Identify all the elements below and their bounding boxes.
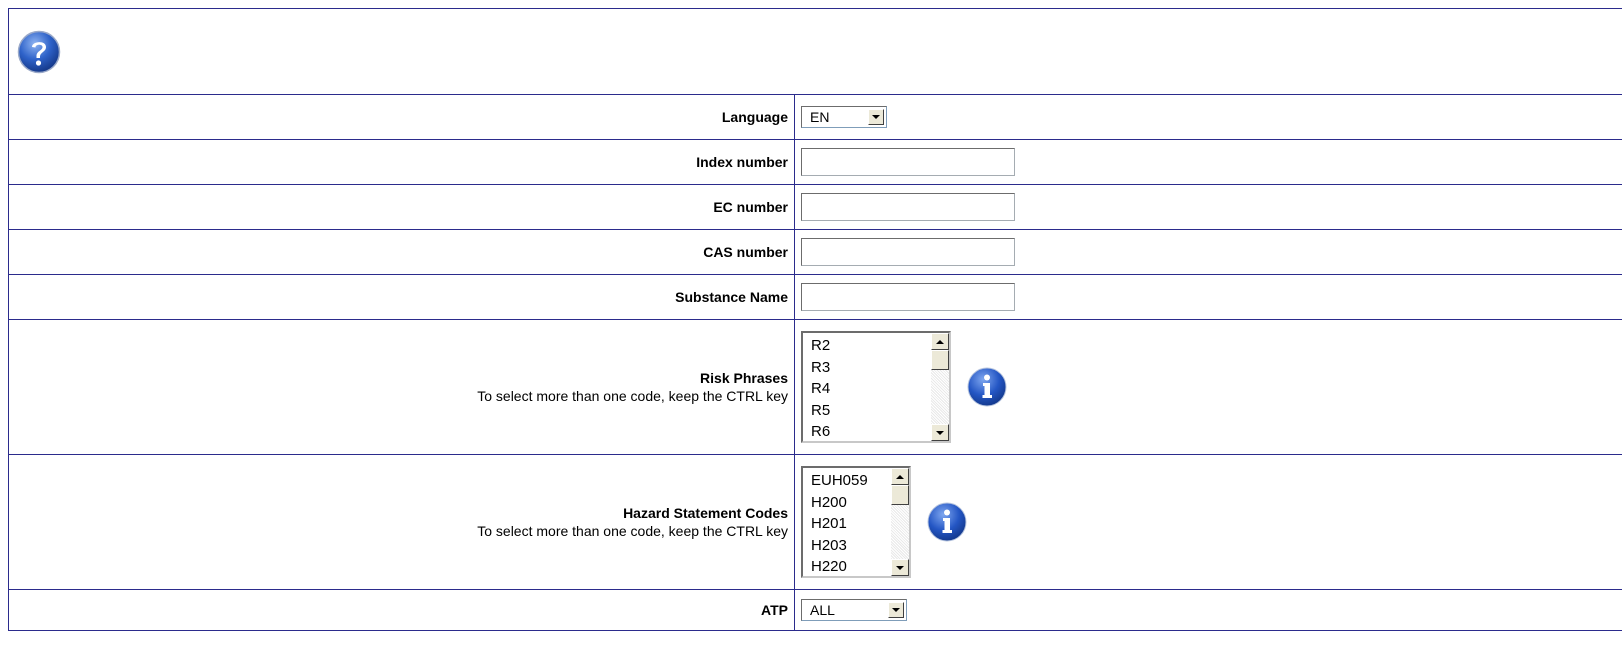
list-option[interactable]: R4	[811, 378, 925, 400]
info-icon[interactable]	[927, 502, 967, 542]
question-mark-icon[interactable]	[17, 30, 61, 74]
substance-name-label: Substance Name	[675, 289, 788, 305]
scroll-thumb[interactable]	[891, 485, 909, 505]
atp-label: ATP	[761, 602, 788, 618]
search-form-table: Language EN Index number EC number CAS n…	[8, 8, 1622, 631]
risk-phrases-listbox[interactable]: R2 R3 R4 R5 R6	[801, 331, 951, 443]
risk-phrases-field-cell: R2 R3 R4 R5 R6	[794, 319, 1622, 455]
list-option[interactable]: H201	[811, 513, 885, 535]
index-number-field-cell	[794, 139, 1622, 185]
list-option[interactable]: H220	[811, 556, 885, 576]
list-option[interactable]: EUH059	[811, 470, 885, 492]
cas-number-input[interactable]	[801, 238, 1015, 266]
list-option[interactable]: R5	[811, 400, 925, 422]
ec-number-label: EC number	[713, 199, 788, 215]
atp-select-value: ALL	[810, 602, 835, 618]
cas-number-label-cell: CAS number	[8, 229, 795, 275]
ec-number-label-cell: EC number	[8, 184, 795, 230]
list-option[interactable]: R2	[811, 335, 925, 357]
hazard-codes-listbox[interactable]: EUH059 H200 H201 H203 H220	[801, 466, 911, 578]
hazard-codes-label-cell: Hazard Statement Codes To select more th…	[8, 454, 795, 590]
index-number-label-cell: Index number	[8, 139, 795, 185]
substance-name-field-cell	[794, 274, 1622, 320]
scroll-thumb[interactable]	[931, 350, 949, 370]
list-option[interactable]: R6	[811, 421, 925, 441]
atp-label-cell: ATP	[8, 589, 795, 631]
chevron-down-icon[interactable]	[868, 109, 884, 125]
list-option[interactable]: H200	[811, 492, 885, 514]
ec-number-field-cell	[794, 184, 1622, 230]
language-label: Language	[721, 109, 788, 125]
chevron-down-icon[interactable]	[888, 602, 904, 618]
index-number-label: Index number	[696, 154, 788, 170]
list-option[interactable]: R3	[811, 357, 925, 379]
hazard-codes-scrollbar[interactable]	[891, 468, 909, 576]
form-header	[8, 8, 1622, 95]
hazard-codes-hint: To select more than one code, keep the C…	[477, 523, 788, 539]
cas-number-field-cell	[794, 229, 1622, 275]
hazard-codes-field-cell: EUH059 H200 H201 H203 H220	[794, 454, 1622, 590]
hazard-codes-label: Hazard Statement Codes	[623, 505, 788, 521]
scroll-down-icon[interactable]	[931, 424, 949, 441]
list-option[interactable]: H203	[811, 535, 885, 557]
risk-phrases-scrollbar[interactable]	[931, 333, 949, 441]
risk-phrases-label: Risk Phrases	[700, 370, 788, 386]
hazard-codes-options: EUH059 H200 H201 H203 H220	[803, 468, 891, 576]
atp-select[interactable]: ALL	[801, 599, 907, 621]
substance-name-input[interactable]	[801, 283, 1015, 311]
language-label-cell: Language	[8, 94, 795, 140]
scroll-up-icon[interactable]	[891, 468, 909, 485]
risk-phrases-hint: To select more than one code, keep the C…	[477, 388, 788, 404]
language-select[interactable]: EN	[801, 106, 887, 128]
risk-phrases-options: R2 R3 R4 R5 R6	[803, 333, 931, 441]
risk-phrases-label-cell: Risk Phrases To select more than one cod…	[8, 319, 795, 455]
atp-field-cell: ALL	[794, 589, 1622, 631]
substance-name-label-cell: Substance Name	[8, 274, 795, 320]
ec-number-input[interactable]	[801, 193, 1015, 221]
language-field-cell: EN	[794, 94, 1622, 140]
language-select-value: EN	[810, 109, 830, 125]
info-icon[interactable]	[967, 367, 1007, 407]
cas-number-label: CAS number	[703, 244, 788, 260]
scroll-up-icon[interactable]	[931, 333, 949, 350]
scroll-down-icon[interactable]	[891, 559, 909, 576]
index-number-input[interactable]	[801, 148, 1015, 176]
